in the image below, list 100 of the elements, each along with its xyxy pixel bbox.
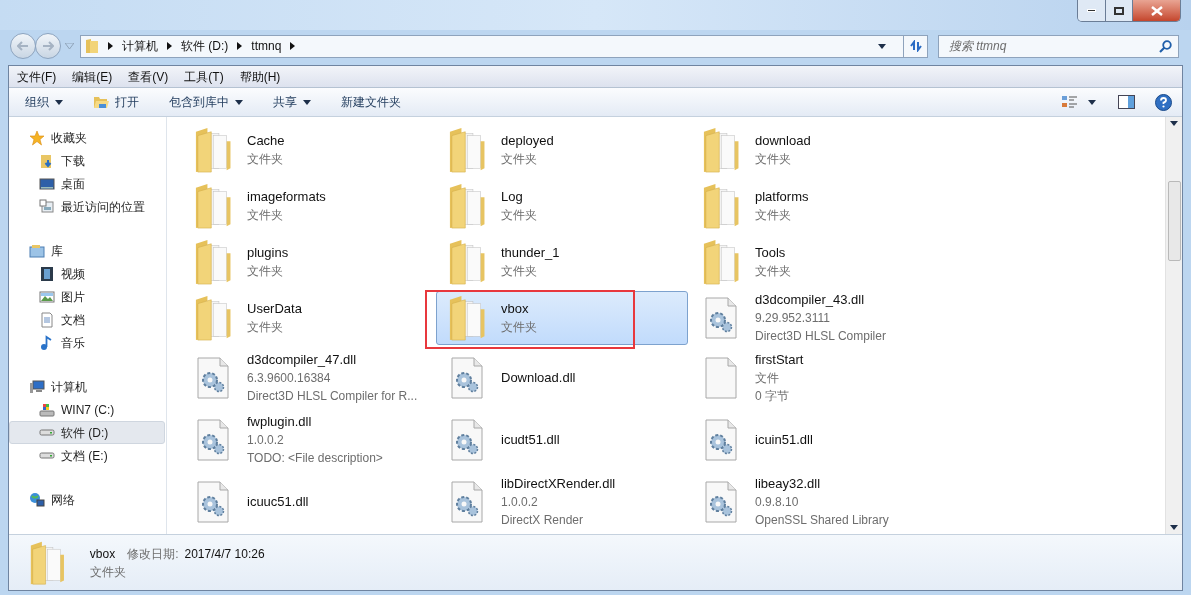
nav-item[interactable]: 收藏夹: [9, 126, 165, 149]
nav-item[interactable]: WIN7 (C:): [9, 398, 165, 421]
breadcrumb[interactable]: 计算机: [122, 37, 158, 55]
close-button[interactable]: [1133, 0, 1180, 21]
file-name: Tools: [755, 244, 787, 262]
file-detail: 0.9.8.10: [755, 494, 800, 511]
forward-arrow-icon: [42, 41, 54, 51]
chevron-icon[interactable]: [237, 42, 243, 50]
file-item[interactable]: icuuc51.dll: [182, 475, 434, 529]
toolbar-button[interactable]: 新建文件夹: [341, 93, 401, 111]
file-item[interactable]: Cache 文件夹: [182, 123, 434, 177]
nav-item[interactable]: 计算机: [9, 375, 165, 398]
file-item[interactable]: thunder_1 文件夹: [436, 235, 688, 289]
breadcrumb[interactable]: 软件 (D:): [181, 37, 229, 55]
nav-item[interactable]: 文档 (E:): [9, 444, 165, 467]
file-detail: 1.0.0.2: [247, 432, 285, 449]
nav-item[interactable]: 软件 (D:): [9, 421, 165, 444]
menu-item[interactable]: 工具(T): [184, 67, 224, 86]
menu-item[interactable]: 查看(V): [128, 67, 169, 86]
file-detail: 文件夹: [755, 207, 792, 224]
drive-icon: [39, 429, 55, 436]
file-name: d3dcompiler_43.dll: [755, 291, 866, 309]
file-item[interactable]: deployed 文件夹: [436, 123, 688, 177]
file-item[interactable]: Log 文件夹: [436, 179, 688, 233]
nav-item[interactable]: 桌面: [9, 172, 165, 195]
computer-icon: [29, 378, 45, 395]
address-bar[interactable]: 计算机 软件 (D:) ttmnq: [80, 34, 928, 58]
view-options-button[interactable]: [1062, 95, 1096, 109]
minimize-button[interactable]: [1078, 0, 1106, 21]
file-name: firstStart: [755, 351, 804, 369]
nav-item[interactable]: 视频: [9, 262, 165, 285]
file-item[interactable]: d3dcompiler_47.dll 6.3.9600.16384 Direct3D HLSL Compiler for R...: [182, 351, 434, 405]
menu-item[interactable]: 文件(F): [17, 67, 57, 86]
chevron-icon[interactable]: [108, 42, 113, 50]
file-name: platforms: [755, 188, 809, 206]
gear-file-icon: [704, 418, 738, 462]
file-item[interactable]: UserData 文件夹: [182, 291, 434, 345]
file-detail: Direct3D HLSL Compiler: [755, 328, 886, 345]
file-name: Download.dll: [501, 369, 576, 387]
toolbar-button[interactable]: 打开: [93, 93, 139, 111]
chevron-icon[interactable]: [167, 42, 172, 50]
dropdown-caret-icon[interactable]: [878, 43, 886, 49]
breadcrumb[interactable]: ttmnq: [251, 37, 282, 55]
scroll-thumb[interactable]: [1167, 180, 1181, 261]
nav-item[interactable]: 库: [9, 239, 165, 262]
nav-item[interactable]: 文档: [9, 308, 165, 331]
nav-item[interactable]: 最近访问的位置: [9, 195, 165, 218]
gear-file-icon: [196, 480, 230, 524]
search-icon: [1159, 39, 1172, 53]
gear-file-icon: [704, 296, 738, 340]
menu-item[interactable]: 编辑(E): [72, 67, 113, 86]
file-item[interactable]: vbox 文件夹: [436, 291, 688, 345]
chevron-icon[interactable]: [290, 42, 296, 50]
search-field[interactable]: 搜索 ttmnq: [938, 34, 1179, 58]
file-name: icuin51.dll: [755, 431, 813, 449]
recent-places-icon: [39, 198, 55, 215]
file-detail: 文件: [755, 370, 780, 387]
nav-item[interactable]: 音乐: [9, 331, 165, 354]
file-item[interactable]: icuin51.dll: [690, 413, 942, 467]
toolbar-button[interactable]: 组织: [25, 93, 63, 111]
file-item[interactable]: fwplugin.dll 1.0.0.2 TODO: <File description>: [182, 413, 434, 467]
toolbar-button[interactable]: 共享: [273, 93, 311, 111]
file-detail: 1.0.0.2: [501, 494, 539, 511]
file-item[interactable]: Tools 文件夹: [690, 235, 942, 289]
folder-icon: [701, 238, 741, 286]
file-detail: OpenSSL Shared Library: [755, 512, 889, 529]
file-item[interactable]: imageformats 文件夹: [182, 179, 434, 233]
modified-date: 2017/4/7 10:26: [184, 545, 265, 563]
search-input[interactable]: 搜索 ttmnq: [949, 37, 1159, 55]
nav-item[interactable]: 图片: [9, 285, 165, 308]
file-detail: 9.29.952.3111: [755, 310, 831, 327]
selected-name: vbox: [89, 545, 116, 563]
folder-icon: [701, 182, 741, 230]
file-name: download: [755, 132, 811, 150]
file-item[interactable]: d3dcompiler_43.dll 9.29.952.3111 Direct3D HLSL Compiler: [690, 291, 942, 345]
help-button[interactable]: [1155, 93, 1172, 111]
menu-item[interactable]: 帮助(H): [239, 67, 281, 86]
file-item[interactable]: icudt51.dll: [436, 413, 688, 467]
gear-file-icon: [196, 418, 230, 462]
toolbar-button[interactable]: 包含到库中: [169, 93, 243, 111]
file-detail: 文件夹: [501, 207, 537, 224]
folder-icon: [193, 126, 233, 174]
file-item[interactable]: download 文件夹: [690, 123, 942, 177]
file-detail: 文件夹: [247, 319, 284, 336]
preview-pane-button[interactable]: [1118, 95, 1135, 109]
file-item[interactable]: firstStart 文件 0 字节: [690, 351, 942, 405]
preview-pane-icon: [1118, 95, 1135, 109]
file-detail: DirectX Render: [501, 512, 585, 529]
nav-item[interactable]: 网络: [9, 488, 165, 511]
file-name: vbox: [501, 300, 530, 318]
file-item[interactable]: platforms 文件夹: [690, 179, 942, 233]
maximize-button[interactable]: [1106, 0, 1133, 21]
nav-item[interactable]: 下载: [9, 149, 165, 172]
folder-icon: [447, 126, 487, 174]
file-item[interactable]: libeay32.dll 0.9.8.10 OpenSSL Shared Library: [690, 475, 942, 529]
caret-icon: [1170, 525, 1178, 530]
file-item[interactable]: plugins 文件夹: [182, 235, 434, 289]
file-item[interactable]: libDirectXRender.dll 1.0.0.2 DirectX Render: [436, 475, 688, 529]
file-detail: Direct3D HLSL Compiler for R...: [247, 388, 418, 405]
file-item[interactable]: Download.dll: [436, 351, 688, 405]
